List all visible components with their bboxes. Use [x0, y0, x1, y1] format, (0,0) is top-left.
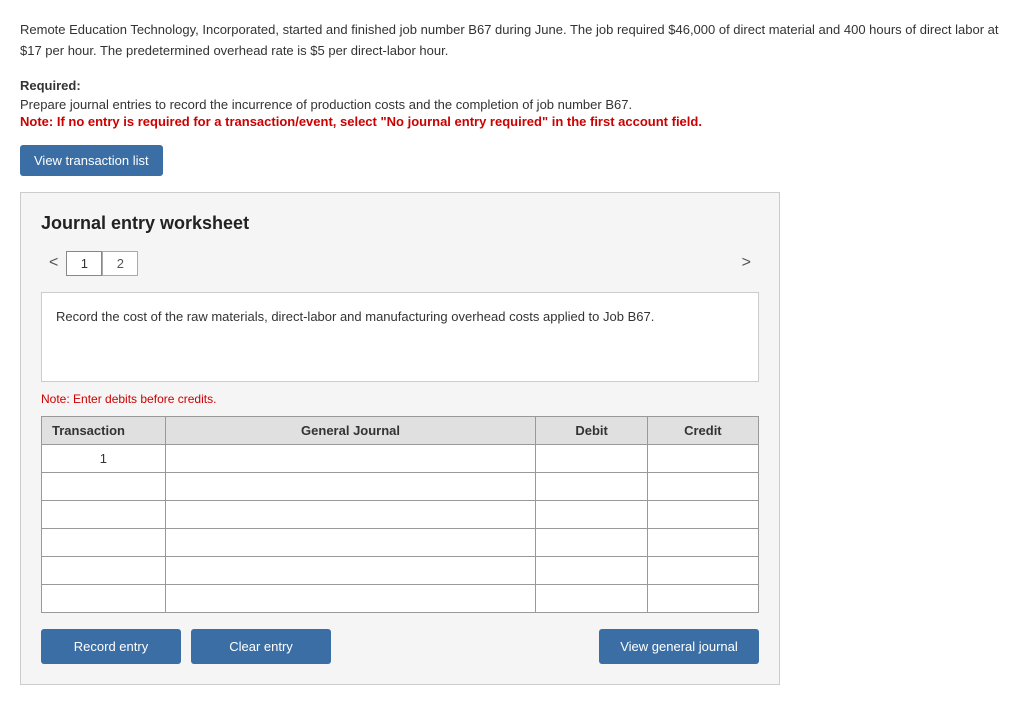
general-journal-cell-3[interactable]	[165, 501, 536, 529]
transaction-cell-3	[42, 501, 166, 529]
table-row	[42, 473, 759, 501]
table-row	[42, 557, 759, 585]
debit-input-5[interactable]	[536, 557, 646, 584]
debit-header: Debit	[536, 417, 647, 445]
credit-header: Credit	[647, 417, 758, 445]
credit-cell-2[interactable]	[647, 473, 758, 501]
page-1-box[interactable]: 1	[66, 251, 102, 276]
required-section: Required: Prepare journal entries to rec…	[20, 78, 1004, 130]
journal-table: Transaction General Journal Debit Credit…	[41, 416, 759, 613]
table-row	[42, 529, 759, 557]
gj-input-6[interactable]	[166, 585, 536, 612]
credit-cell-3[interactable]	[647, 501, 758, 529]
required-note: Note: If no entry is required for a tran…	[20, 114, 1004, 129]
debits-before-credits-note: Note: Enter debits before credits.	[41, 392, 759, 406]
view-general-journal-button[interactable]: View general journal	[599, 629, 759, 664]
table-row	[42, 585, 759, 613]
gj-input-5[interactable]	[166, 557, 536, 584]
debit-cell-5[interactable]	[536, 557, 647, 585]
action-buttons-row: Record entry Clear entry View general jo…	[41, 629, 759, 664]
debit-cell-2[interactable]	[536, 473, 647, 501]
general-journal-cell-1[interactable]	[165, 445, 536, 473]
credit-input-6[interactable]	[648, 585, 758, 612]
credit-input-2[interactable]	[648, 473, 758, 500]
general-journal-cell-4[interactable]	[165, 529, 536, 557]
required-title: Required:	[20, 78, 1004, 93]
general-journal-cell-5[interactable]	[165, 557, 536, 585]
credit-input-5[interactable]	[648, 557, 758, 584]
gj-input-2[interactable]	[166, 473, 536, 500]
transaction-cell-2	[42, 473, 166, 501]
credit-cell-1[interactable]	[647, 445, 758, 473]
credit-cell-4[interactable]	[647, 529, 758, 557]
credit-cell-5[interactable]	[647, 557, 758, 585]
transaction-cell-5	[42, 557, 166, 585]
gj-input-4[interactable]	[166, 529, 536, 556]
page-2-box[interactable]: 2	[102, 251, 138, 276]
debit-cell-1[interactable]	[536, 445, 647, 473]
debit-input-2[interactable]	[536, 473, 646, 500]
transaction-cell-4	[42, 529, 166, 557]
transaction-cell-6	[42, 585, 166, 613]
table-row	[42, 501, 759, 529]
gj-input-3[interactable]	[166, 501, 536, 528]
journal-entry-worksheet: Journal entry worksheet < 1 2 > Record t…	[20, 192, 780, 685]
view-transaction-list-button[interactable]: View transaction list	[20, 145, 163, 176]
pagination-next-chevron[interactable]: >	[734, 250, 759, 276]
pagination-prev-chevron[interactable]: <	[41, 250, 66, 276]
worksheet-title: Journal entry worksheet	[41, 213, 759, 234]
general-journal-cell-2[interactable]	[165, 473, 536, 501]
entry-description-text: Record the cost of the raw materials, di…	[56, 309, 654, 324]
debit-input-1[interactable]	[536, 445, 646, 472]
clear-entry-button[interactable]: Clear entry	[191, 629, 331, 664]
gj-input-1[interactable]	[166, 445, 536, 472]
debit-input-3[interactable]	[536, 501, 646, 528]
entry-description-box: Record the cost of the raw materials, di…	[41, 292, 759, 382]
debit-input-6[interactable]	[536, 585, 646, 612]
pagination-row: < 1 2 >	[41, 250, 759, 276]
intro-paragraph: Remote Education Technology, Incorporate…	[20, 20, 1000, 62]
debit-cell-6[interactable]	[536, 585, 647, 613]
debit-cell-4[interactable]	[536, 529, 647, 557]
general-journal-header: General Journal	[165, 417, 536, 445]
credit-input-1[interactable]	[648, 445, 758, 472]
table-row: 1	[42, 445, 759, 473]
transaction-header: Transaction	[42, 417, 166, 445]
record-entry-button[interactable]: Record entry	[41, 629, 181, 664]
credit-cell-6[interactable]	[647, 585, 758, 613]
debit-input-4[interactable]	[536, 529, 646, 556]
general-journal-cell-6[interactable]	[165, 585, 536, 613]
required-body: Prepare journal entries to record the in…	[20, 95, 1004, 115]
credit-input-3[interactable]	[648, 501, 758, 528]
credit-input-4[interactable]	[648, 529, 758, 556]
debit-cell-3[interactable]	[536, 501, 647, 529]
transaction-cell-1: 1	[42, 445, 166, 473]
